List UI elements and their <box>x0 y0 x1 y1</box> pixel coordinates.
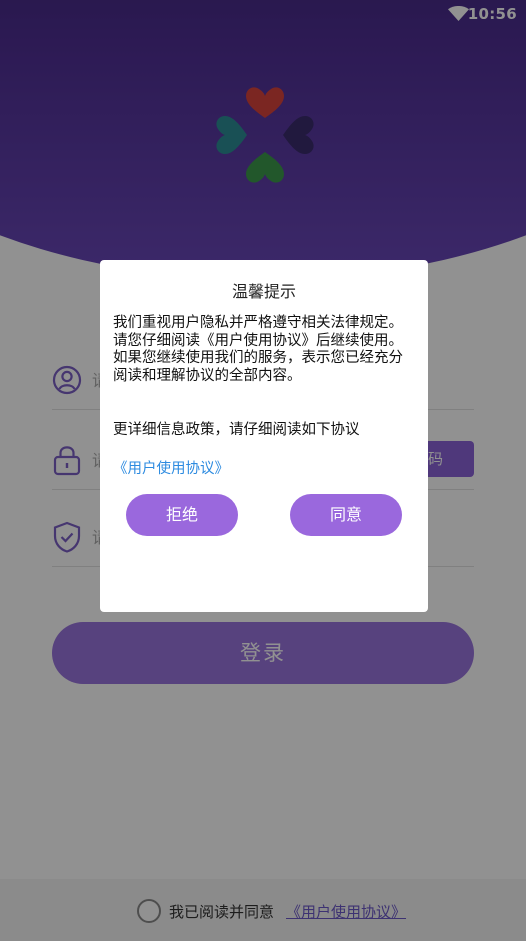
agree-button[interactable]: 同意 <box>290 494 402 536</box>
dialog-body: 我们重视用户隐私并严格遵守相关法律规定。请您仔细阅读《用户使用协议》后继续使用。… <box>113 315 403 384</box>
dialog-agreement-link[interactable]: 《用户使用协议》 <box>113 457 229 478</box>
dialog-note: 更详细信息政策，请仔细阅读如下协议 <box>113 422 360 438</box>
reject-button[interactable]: 拒绝 <box>126 494 238 536</box>
privacy-dialog: 温馨提示 我们重视用户隐私并严格遵守相关法律规定。请您仔细阅读《用户使用协议》后… <box>100 260 428 612</box>
dialog-title: 温馨提示 <box>231 282 296 301</box>
